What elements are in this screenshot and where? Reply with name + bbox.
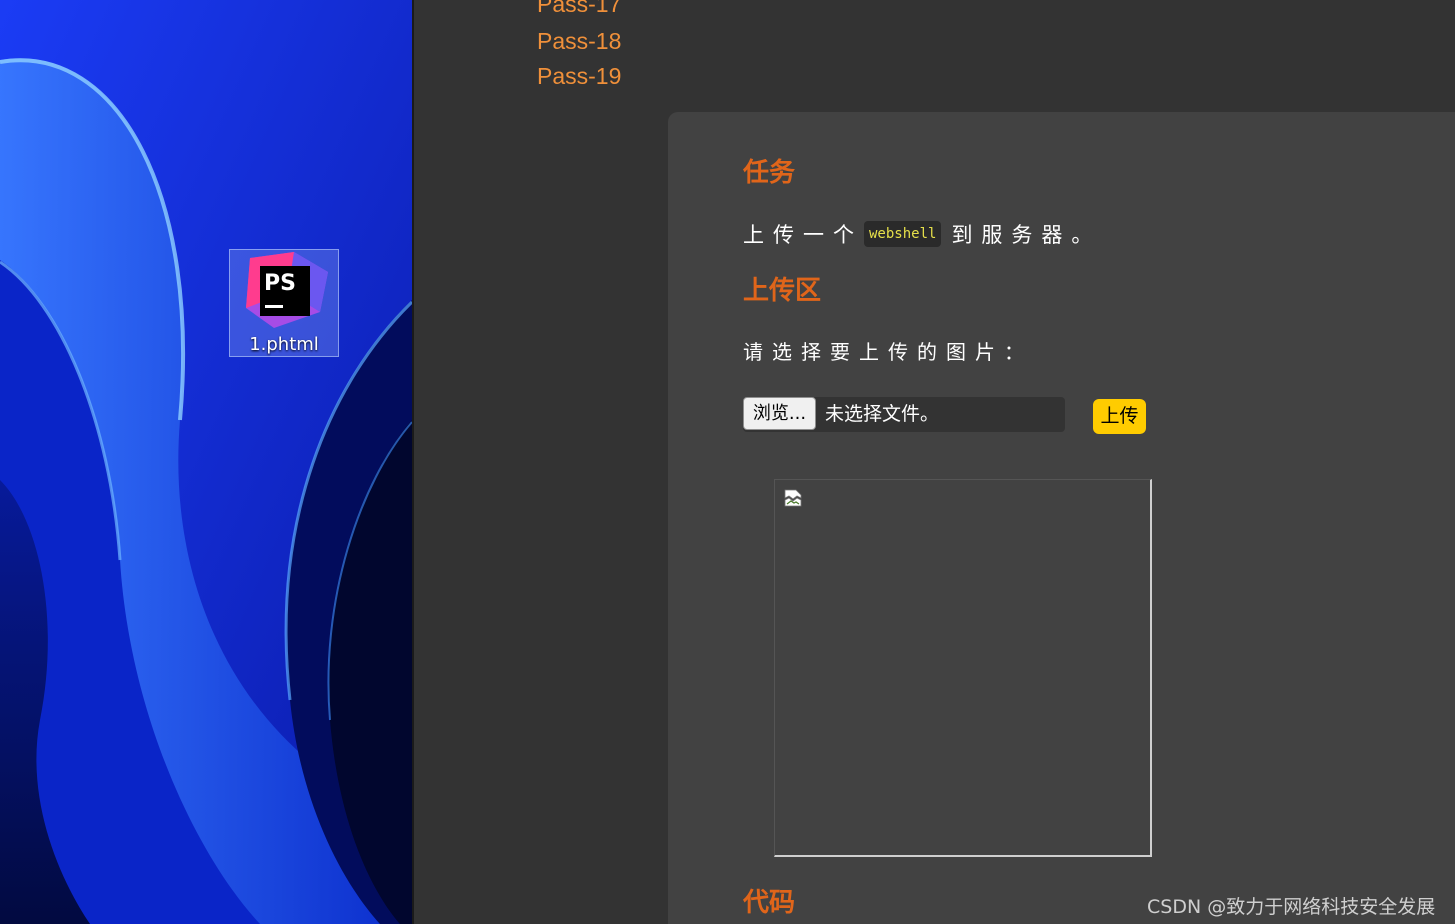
file-status-text: 未选择文件。 [825,403,940,425]
phpstorm-icon: PS [246,252,328,328]
code-heading: 代码 [743,888,796,918]
desktop-wallpaper: PS 1.phtml [0,0,412,924]
task-heading: 任务 [743,158,796,188]
image-preview [774,479,1152,857]
upload-button[interactable]: 上传 [1093,399,1146,434]
task-code: webshell [864,221,942,247]
upload-heading: 上传区 [743,276,822,306]
desktop-file-label: 1.phtml [249,334,319,355]
task-text-before: 上传一个 [743,223,863,247]
screen: PS 1.phtml Pass-17 Pass-18 Pass-19 任务 上传… [0,0,1455,924]
wallpaper-art [0,0,412,924]
task-description: 上传一个 webshell 到服务器。 [743,219,1101,249]
content-panel: 任务 上传一个 webshell 到服务器。 上传区 请选择要上传的图片： 浏览… [668,112,1455,924]
browser-page: Pass-17 Pass-18 Pass-19 任务 上传一个 webshell… [414,0,1455,924]
broken-image-icon [784,489,802,507]
nav-link-pass-17[interactable]: Pass-17 [537,0,621,16]
task-text-after: 到服务器。 [951,223,1102,247]
browse-button[interactable]: 浏览... [743,397,816,430]
phpstorm-icon-text: PS [264,271,296,296]
nav-link-pass-19[interactable]: Pass-19 [537,65,621,88]
csdn-watermark: CSDN @致力于网络科技安全发展 [1147,896,1436,918]
desktop-file-icon[interactable]: PS 1.phtml [229,249,339,357]
nav-link-pass-18[interactable]: Pass-18 [537,30,621,53]
file-input[interactable]: 浏览... 未选择文件。 [743,397,1065,432]
upload-prompt: 请选择要上传的图片： [743,340,1033,364]
